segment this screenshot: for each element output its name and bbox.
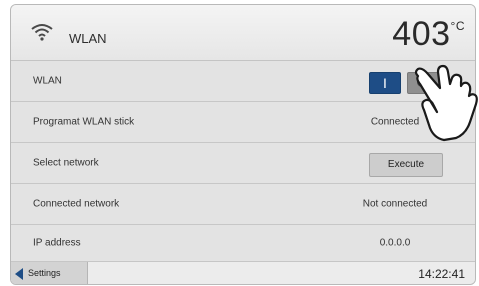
page-title: WLAN: [69, 31, 107, 46]
back-button[interactable]: Settings: [11, 262, 88, 284]
row-wlan-stick: Programat WLAN stick Connected: [11, 102, 475, 143]
connected-network-value: Not connected: [362, 198, 428, 210]
row-select-network: Select network Execute: [11, 143, 475, 184]
row-label: Programat WLAN stick: [33, 116, 135, 128]
wlan-on-button[interactable]: I: [369, 72, 401, 94]
footer-bar: Settings 14:22:41: [11, 261, 475, 284]
row-label: IP address: [33, 237, 81, 249]
row-label: Connected network: [33, 198, 120, 210]
header-bar: WLAN 403°C: [11, 5, 475, 61]
clock: 14:22:41: [418, 267, 465, 281]
back-arrow-icon: [15, 268, 23, 280]
app-window: WLAN 403°C WLAN I Programat WLAN stick C…: [10, 4, 476, 285]
ip-address-value: 0.0.0.0: [379, 237, 411, 249]
temperature-value: 403: [392, 15, 451, 53]
row-connected-network: Connected network Not connected: [11, 184, 475, 225]
temperature-display: 403°C: [392, 15, 465, 54]
wifi-icon: [31, 24, 53, 41]
row-label: WLAN: [33, 75, 62, 87]
row-ip-address: IP address 0.0.0.0: [11, 225, 475, 261]
execute-button[interactable]: Execute: [369, 153, 443, 177]
row-label: Select network: [33, 157, 99, 169]
back-label: Settings: [28, 268, 61, 278]
row-wlan: WLAN I: [11, 61, 475, 102]
temperature-unit: °C: [450, 19, 465, 33]
pointing-hand-icon: [414, 64, 478, 142]
